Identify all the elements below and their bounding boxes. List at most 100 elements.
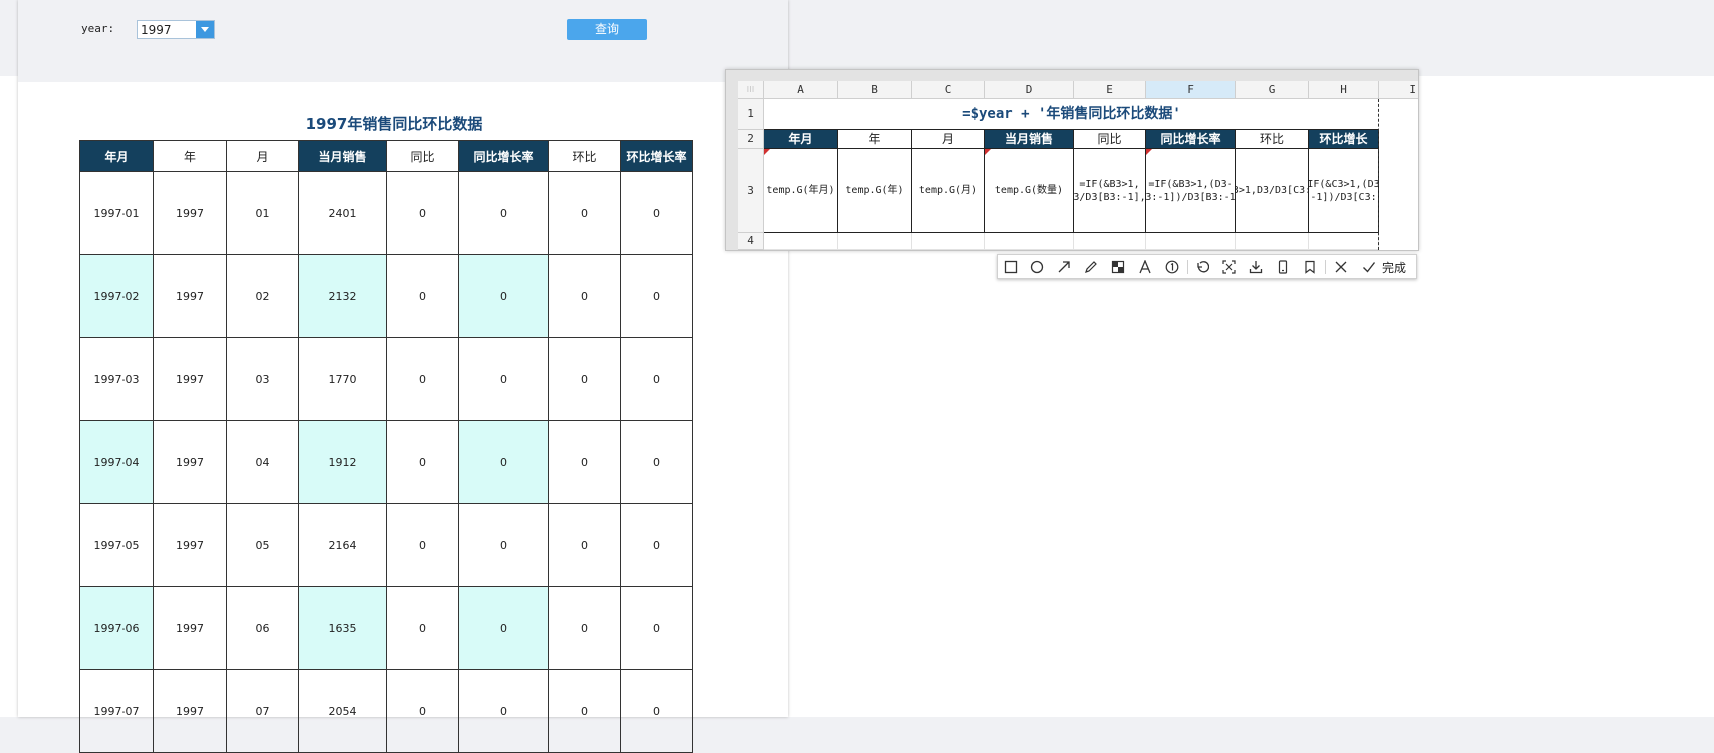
formula-cell-d3[interactable]: temp.G(数量) (985, 149, 1074, 233)
cell-yoy-growth: 0 (458, 254, 549, 338)
pen-icon[interactable] (1082, 258, 1100, 276)
row-header-1[interactable]: 1 (738, 99, 764, 130)
year-label: year: (81, 22, 115, 35)
toolbar-divider (1325, 260, 1326, 274)
designer-header-e2[interactable]: 同比 (1074, 130, 1146, 149)
designer-header-a2[interactable]: 年月 (764, 130, 838, 149)
cell-mom: 0 (548, 503, 621, 587)
cell-yoy: 0 (386, 254, 459, 338)
chevron-down-icon[interactable] (196, 21, 214, 38)
cell-sales: 2164 (298, 503, 387, 587)
column-header-g[interactable]: G (1236, 81, 1309, 99)
empty-cell[interactable] (985, 233, 1074, 250)
pin-icon[interactable] (1220, 258, 1238, 276)
cell-month: 05 (226, 503, 299, 587)
formula-cell-c3[interactable]: temp.G(月) (912, 149, 985, 233)
table-row: 1997-04 1997 04 1912 0 0 0 0 (79, 420, 693, 504)
formula-cell-f3[interactable]: =IF(&B3>1,(D3-D3[B3:-1])/D3[B3:-1],0) (1146, 149, 1236, 233)
cell-mom: 0 (548, 420, 621, 504)
cell-flag-icon (764, 149, 770, 155)
cell-yoy: 0 (386, 337, 459, 421)
download-icon[interactable] (1247, 258, 1265, 276)
circle-icon[interactable] (1028, 258, 1046, 276)
formula-cell-g3[interactable]: =IF(&C3>1,D3/D3[C3:-1],0) (1236, 149, 1309, 233)
check-icon[interactable] (1360, 258, 1378, 276)
cell-mom: 0 (548, 337, 621, 421)
report-title: 1997年销售同比环比数据 (305, 115, 483, 133)
cell-yoy-growth: 0 (458, 586, 549, 670)
column-header-a[interactable]: A (764, 81, 838, 99)
formula-cell-b3[interactable]: temp.G(年) (838, 149, 912, 233)
year-select[interactable]: 1997 (137, 20, 215, 39)
cell-yoy: 0 (386, 669, 459, 753)
cell-year: 1997 (153, 420, 227, 504)
cell-yearmonth: 1997-07 (79, 669, 154, 753)
done-button[interactable]: 完成 (1382, 259, 1406, 276)
formula-cell-h3[interactable]: =IF(&C3>1,(D3-D3[C3:-1])/D3[C3:-1],0) (1309, 149, 1379, 233)
cell-month: 03 (226, 337, 299, 421)
cell-year: 1997 (153, 254, 227, 338)
empty-cell[interactable] (1309, 233, 1379, 250)
undo-icon[interactable] (1193, 258, 1211, 276)
table-row: 1997-01 1997 01 2401 0 0 0 0 (79, 171, 693, 255)
cell-yoy: 0 (386, 171, 459, 255)
table-row: 1997-05 1997 05 2164 0 0 0 0 (79, 503, 693, 587)
row-header-2[interactable]: 2 (738, 130, 764, 149)
column-header-i[interactable]: I (1379, 81, 1418, 99)
table-row: 1997-06 1997 06 1635 0 0 0 0 (79, 586, 693, 670)
header-monthly-sales: 当月销售 (298, 140, 387, 172)
cell-flag-icon (1146, 149, 1152, 155)
phone-icon[interactable] (1274, 258, 1292, 276)
empty-cell[interactable] (1074, 233, 1146, 250)
arrow-icon[interactable] (1055, 258, 1073, 276)
header-mom-growth: 环比增长率 (620, 140, 693, 172)
cell-month: 02 (226, 254, 299, 338)
cell-sales: 1635 (298, 586, 387, 670)
header-year: 年 (153, 140, 227, 172)
column-header-e[interactable]: E (1074, 81, 1146, 99)
year-select-value: 1997 (141, 23, 172, 37)
cell-yoy: 0 (386, 420, 459, 504)
table-row: 1997-07 1997 07 2054 0 0 0 0 (79, 669, 693, 753)
cell-mom-growth: 0 (620, 337, 693, 421)
number-icon[interactable] (1163, 258, 1181, 276)
grid-corner-icon[interactable]: ⁝⁝⁝ (738, 81, 764, 99)
empty-cell[interactable] (912, 233, 985, 250)
empty-cell[interactable] (838, 233, 912, 250)
designer-header-g2[interactable]: 环比 (1236, 130, 1309, 149)
cell-sales: 1912 (298, 420, 387, 504)
formula-cell-a3[interactable]: temp.G(年月) (764, 149, 838, 233)
table-header-row: 年月 年 月 当月销售 同比 同比增长率 环比 环比增长率 (79, 140, 693, 172)
designer-header-f2[interactable]: 同比增长率 (1146, 130, 1236, 149)
cell-month: 01 (226, 171, 299, 255)
designer-header-h2[interactable]: 环比增长 (1309, 130, 1379, 149)
header-yoy-growth: 同比增长率 (458, 140, 549, 172)
cell-year: 1997 (153, 337, 227, 421)
query-button[interactable]: 查询 (567, 19, 647, 40)
empty-cell[interactable] (1236, 233, 1309, 250)
close-icon[interactable] (1332, 258, 1350, 276)
cell-yearmonth: 1997-01 (79, 171, 154, 255)
bookmark-icon[interactable] (1301, 258, 1319, 276)
title-formula-cell[interactable]: =$year + '年销售同比环比数据' (764, 99, 1379, 130)
text-icon[interactable] (1136, 258, 1154, 276)
row-header-3[interactable]: 3 (738, 149, 764, 233)
designer-header-c2[interactable]: 月 (912, 130, 985, 149)
cell-yearmonth: 1997-02 (79, 254, 154, 338)
formula-cell-e3[interactable]: =IF(&B3>1,(D3/D3[B3:-1],0) (1074, 149, 1146, 233)
column-header-f[interactable]: F (1146, 81, 1236, 99)
column-header-b[interactable]: B (838, 81, 912, 99)
column-header-c[interactable]: C (912, 81, 985, 99)
column-header-h[interactable]: H (1309, 81, 1379, 99)
cell-mom-growth: 0 (620, 669, 693, 753)
cell-sales: 2054 (298, 669, 387, 753)
designer-header-d2[interactable]: 当月销售 (985, 130, 1074, 149)
empty-cell[interactable] (764, 233, 838, 250)
column-header-d[interactable]: D (985, 81, 1074, 99)
empty-cell[interactable] (1146, 233, 1236, 250)
cell-mom: 0 (548, 171, 621, 255)
mosaic-icon[interactable] (1109, 258, 1127, 276)
row-header-4[interactable]: 4 (738, 233, 764, 250)
rectangle-icon[interactable] (1002, 258, 1020, 276)
designer-header-b2[interactable]: 年 (838, 130, 912, 149)
